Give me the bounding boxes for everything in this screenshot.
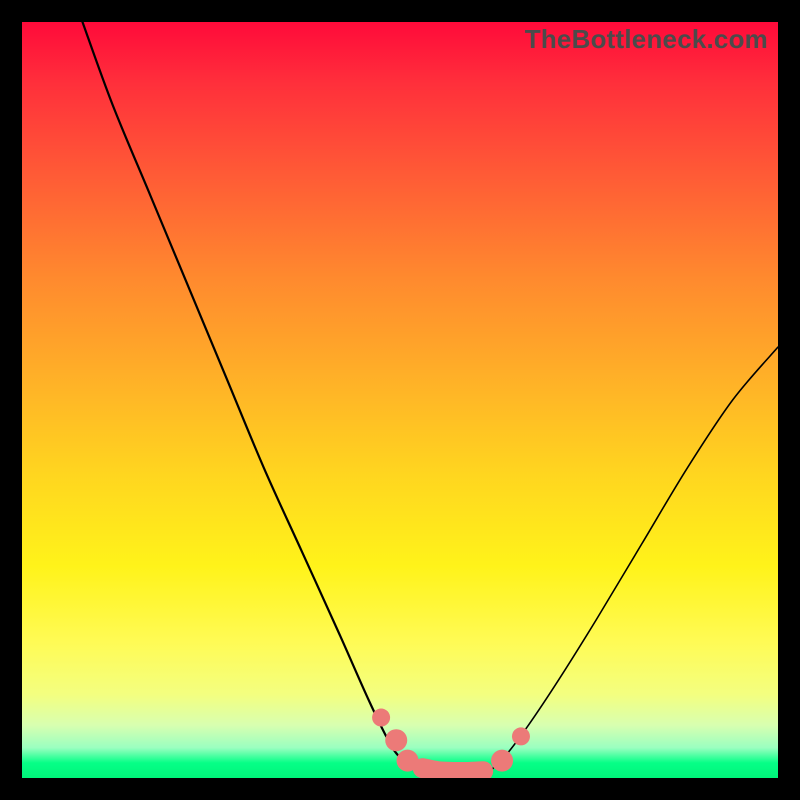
highlight-dot [512, 727, 530, 745]
curve-right [491, 347, 778, 770]
plot-area: TheBottleneck.com [22, 22, 778, 778]
curve-left [82, 22, 422, 770]
highlight-dot [397, 750, 419, 772]
highlight-dot [491, 750, 513, 772]
highlight-dot [372, 709, 390, 727]
chart-frame: TheBottleneck.com [0, 0, 800, 800]
watermark-text: TheBottleneck.com [525, 24, 768, 55]
highlight-stroke [423, 768, 483, 772]
bottleneck-curve [22, 22, 778, 778]
highlight-dot [385, 729, 407, 751]
